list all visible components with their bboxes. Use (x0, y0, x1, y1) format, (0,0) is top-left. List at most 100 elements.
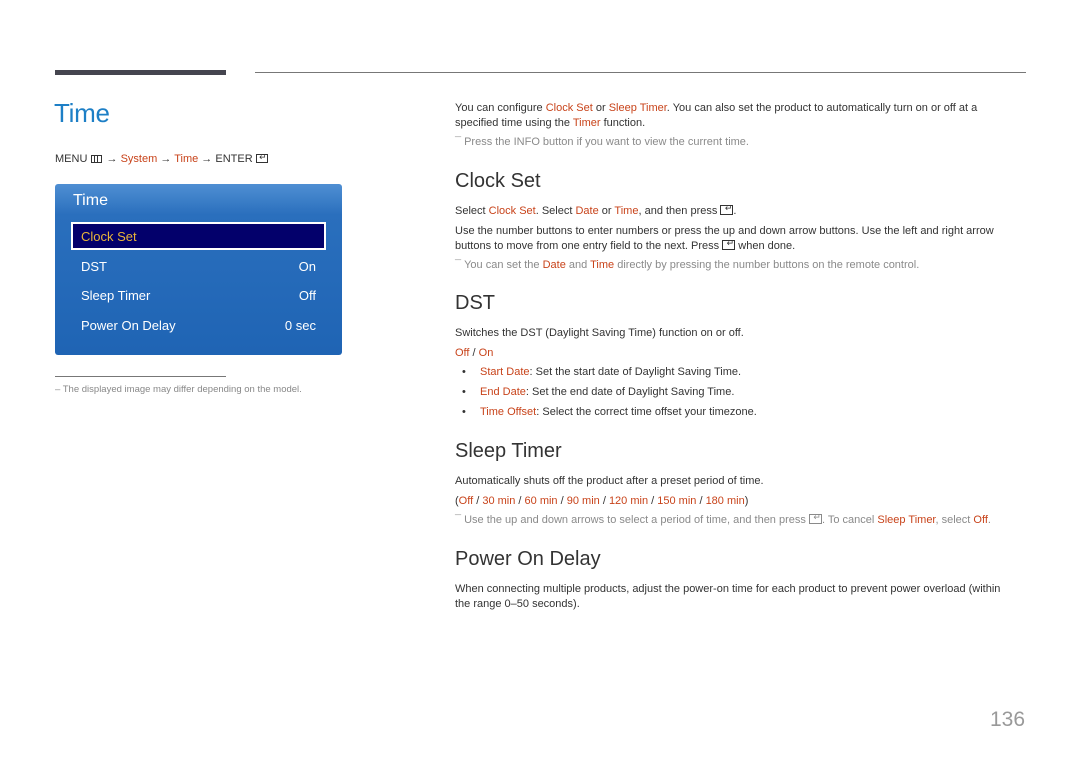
sleep-timer-note: ¯ Use the up and down arrows to select a … (455, 511, 1030, 526)
arrow: → (160, 153, 172, 165)
osd-item-value: Off (298, 288, 316, 303)
text: , select (935, 514, 974, 526)
menu-path: MENU → System → Time → ENTER (55, 151, 268, 165)
term-sleep-timer: Sleep Timer (608, 102, 667, 114)
bullet-icon: • (462, 386, 466, 398)
text: Select (455, 205, 489, 217)
text: Use the up and down arrows to select a p… (464, 514, 806, 526)
enter-icon (722, 237, 736, 250)
text: : Set the end date of Daylight Saving Ti… (525, 386, 735, 398)
page-title: Time (54, 98, 110, 128)
osd-item-value: 0 sec (284, 318, 316, 333)
clock-set-p1: Select Clock Set. Select Date or Time, a… (455, 202, 1030, 219)
menu-icon (91, 155, 103, 163)
note-dash-icon: ¯ (455, 514, 462, 526)
osd-item-sleep-timer[interactable]: Sleep Timer Off (71, 282, 326, 310)
term-clock-set: Clock Set (488, 205, 536, 217)
term-timer: Timer (572, 117, 601, 129)
text: : Set the start date of Daylight Saving … (529, 366, 742, 378)
heading-sleep-timer: Sleep Timer (455, 440, 562, 462)
sleep-timer-p1: Automatically shuts off the product afte… (455, 475, 764, 487)
text: , and then press (638, 205, 718, 217)
text: or (598, 205, 615, 217)
option: 60 min (524, 495, 558, 507)
note-dash-icon: ¯ (455, 136, 462, 148)
osd-title: Time (73, 192, 108, 209)
page-number: 136 (990, 708, 1026, 731)
enter-label: ENTER (215, 153, 253, 165)
osd-item-value: On (298, 259, 316, 274)
heading-dst: DST (455, 292, 495, 314)
text: . (987, 514, 991, 526)
text: directly by pressing the number buttons … (614, 259, 920, 271)
dst-options: Off / On (455, 346, 1030, 361)
option-on: On (478, 347, 494, 359)
term-time: Time (590, 259, 615, 271)
separator: / (469, 347, 479, 359)
text: specified time using the (455, 117, 573, 129)
text: Use the number buttons to enter numbers … (455, 225, 994, 237)
bullet-icon: • (462, 406, 466, 418)
term-time: Time (614, 205, 639, 217)
heading-clock-set: Clock Set (455, 170, 541, 192)
text: or (592, 102, 609, 114)
text: and (565, 259, 591, 271)
enter-icon (720, 202, 734, 215)
option: Off (458, 495, 474, 507)
option: 180 min (705, 495, 745, 507)
osd-item-label: DST (81, 259, 107, 274)
footnote-rule (55, 376, 226, 377)
option: 30 min (482, 495, 516, 507)
text: You can configure (455, 102, 546, 114)
header-rule-thick (55, 70, 226, 75)
enter-icon (255, 151, 268, 163)
term-sleep-timer: Sleep Timer (877, 514, 936, 526)
option-off: Off (455, 347, 470, 359)
text: When connecting multiple products, adjus… (455, 583, 1001, 595)
note-text: Press the INFO button if you want to vie… (464, 136, 749, 148)
bullet-icon: • (462, 366, 466, 378)
dst-p1: Switches the DST (Daylight Saving Time) … (455, 327, 744, 339)
osd-item-dst[interactable]: DST On (71, 253, 326, 281)
term-date: Date (542, 259, 566, 271)
term: Time Offset (480, 406, 537, 418)
osd-time-menu: Time Clock Set DST On Sleep Timer Off Po… (55, 184, 342, 355)
option: 150 min (657, 495, 697, 507)
osd-item-label: Clock Set (81, 229, 137, 244)
footnote: – The displayed image may differ dependi… (55, 384, 302, 395)
menu-path-system: System (120, 153, 158, 165)
arrow: → (201, 153, 213, 165)
arrow: → (106, 153, 118, 165)
term-date: Date (575, 205, 599, 217)
clock-set-p2: Use the number buttons to enter numbers … (455, 224, 1030, 254)
text: . You can also set the product to automa… (666, 102, 978, 114)
note-dash-icon: ¯ (455, 259, 462, 271)
text: . Select (535, 205, 576, 217)
menu-label: MENU (55, 153, 88, 165)
sleep-timer-options: (Off / 30 min / 60 min / 90 min / 120 mi… (455, 495, 749, 507)
term-off: Off (973, 514, 988, 526)
text: when done. (738, 240, 796, 252)
text: function. (600, 117, 646, 129)
intro-paragraph: You can configure Clock Set or Sleep Tim… (455, 101, 1030, 131)
term-clock-set: Clock Set (545, 102, 593, 114)
text: . (733, 205, 737, 217)
option: 120 min (608, 495, 649, 507)
osd-item-label: Sleep Timer (81, 288, 151, 303)
text: : Select the correct time offset your ti… (536, 406, 757, 418)
menu-path-time: Time (174, 153, 199, 165)
osd-item-label: Power On Delay (81, 318, 176, 333)
osd-item-clock-set[interactable]: Clock Set (71, 222, 326, 250)
enter-icon (808, 511, 822, 524)
header-rule-thin (255, 72, 1026, 73)
option: 90 min (566, 495, 600, 507)
text: You can set the (464, 259, 543, 271)
intro-note: ¯ Press the INFO button if you want to vi… (455, 136, 1030, 148)
clock-set-note: ¯ You can set the Date and Time directly … (455, 259, 1030, 271)
term: Start Date (480, 366, 530, 378)
text: . To cancel (821, 514, 878, 526)
text: buttons to move from one entry field to … (455, 240, 720, 252)
osd-item-power-on-delay[interactable]: Power On Delay 0 sec (71, 312, 326, 340)
heading-power-on-delay: Power On Delay (455, 548, 601, 570)
term: End Date (480, 386, 526, 398)
